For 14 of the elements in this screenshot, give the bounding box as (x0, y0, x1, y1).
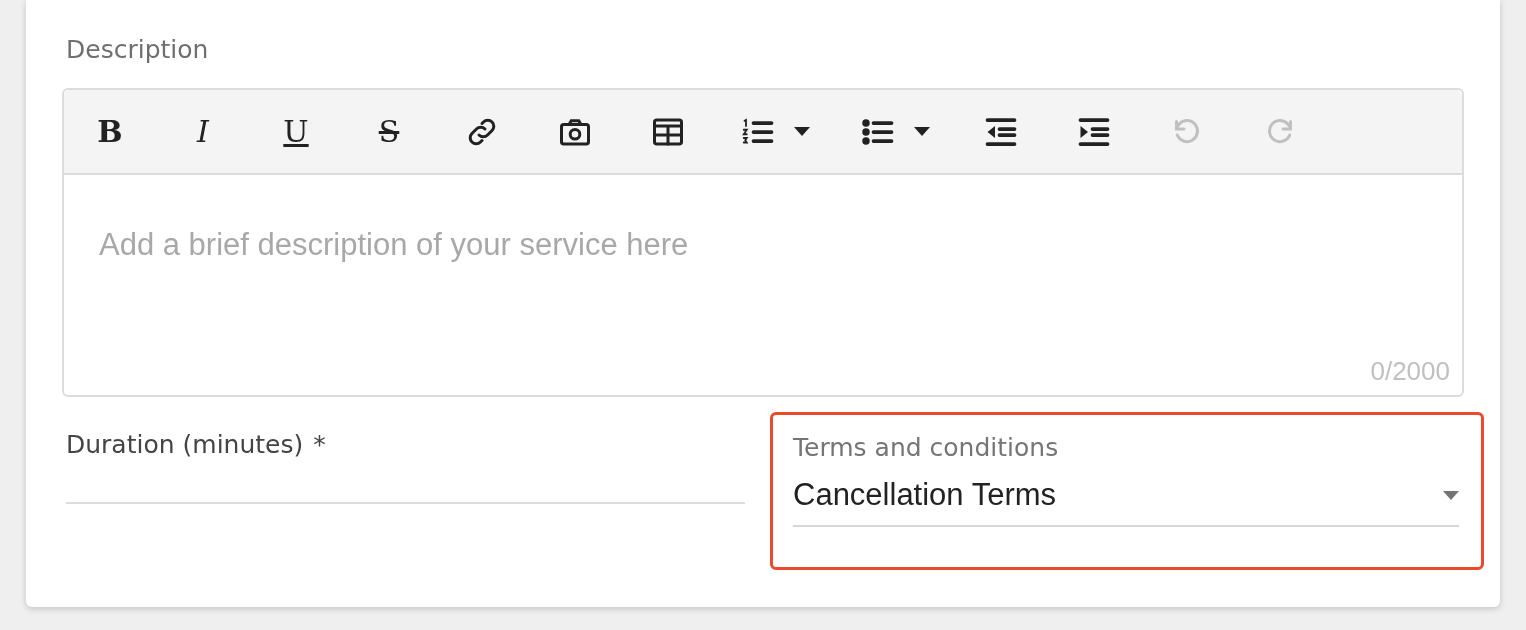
italic-button[interactable]: I (173, 106, 233, 157)
field-label: Description (65, 34, 210, 66)
bold-button[interactable]: B (80, 106, 140, 157)
caret-icon (913, 127, 930, 136)
strikethrough-button[interactable]: S (359, 106, 419, 157)
underline-button[interactable]: U (266, 106, 326, 157)
placeholder-text: Add a brief description of your service here (99, 227, 690, 263)
select-field[interactable]: Cancellation Terms (793, 477, 1459, 527)
field-label: Duration (minutes) (66, 429, 304, 461)
character-counter: 0/2000 (1370, 356, 1450, 387)
caret-icon (793, 127, 810, 136)
required-mark: * (313, 429, 326, 461)
field-label: Terms and conditions (793, 433, 1060, 463)
caret-icon (1443, 490, 1459, 500)
